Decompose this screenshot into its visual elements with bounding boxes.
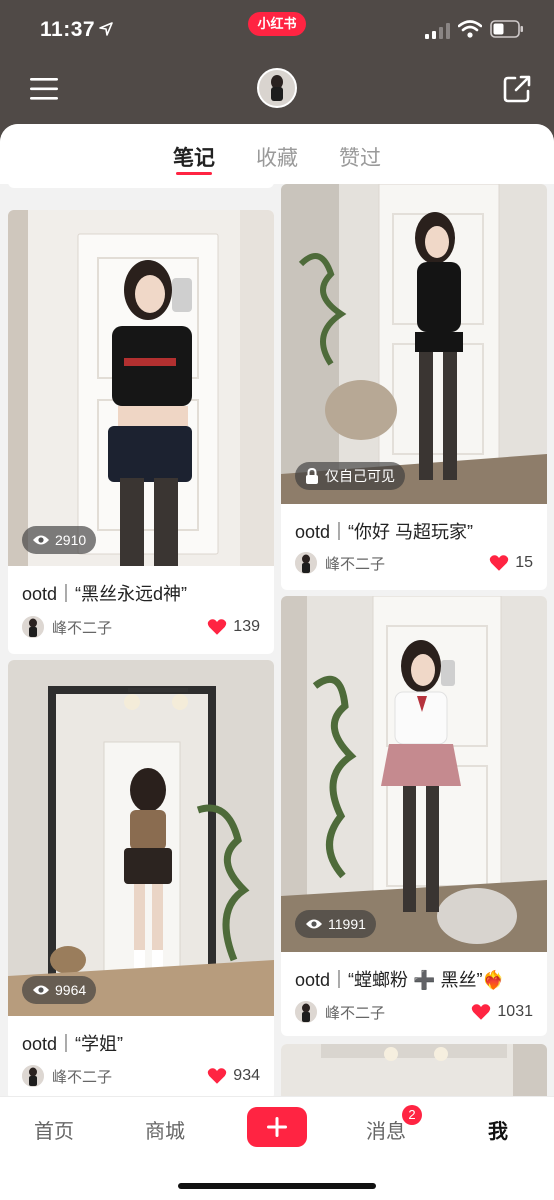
heart-icon: [489, 555, 509, 571]
active-tab-indicator: [176, 172, 212, 175]
like-count[interactable]: 934: [207, 1064, 260, 1088]
note-author[interactable]: 峰不二子: [295, 551, 385, 575]
location-arrow-icon: [99, 22, 113, 36]
eye-icon: [306, 919, 322, 929]
like-count[interactable]: 15: [489, 551, 533, 575]
profile-nav: [0, 62, 554, 122]
note-card[interactable]: 仅自己可见 ootd｜“你好 马超玩家” 峰不二子 15: [281, 184, 547, 590]
status-bar: 11:37 小红书: [0, 0, 554, 60]
note-card[interactable]: 9964 ootd｜“学姐” 峰不二子 934: [8, 660, 274, 1100]
note-photo: [8, 660, 274, 1016]
publish-button[interactable]: [247, 1107, 307, 1147]
nav-me[interactable]: 我: [488, 1115, 508, 1144]
note-card[interactable]: [281, 1044, 547, 1100]
eye-icon: [33, 985, 49, 995]
heart-icon: [208, 1068, 227, 1084]
author-avatar: [22, 1065, 44, 1087]
note-title: ootd｜“学姐”: [22, 1034, 124, 1054]
note-title: ootd｜“你好 马超玩家”: [295, 522, 474, 542]
home-indicator: [178, 1183, 376, 1189]
profile-tabs: 笔记 收藏 赞过: [0, 124, 554, 184]
author-avatar: [22, 616, 44, 638]
lock-icon: [306, 468, 318, 484]
tab-favorites[interactable]: 收藏: [256, 142, 298, 172]
like-count[interactable]: 139: [207, 615, 260, 639]
messages-badge: 2: [402, 1105, 422, 1125]
note-author[interactable]: 峰不二子: [22, 615, 112, 639]
signal-icon: [425, 23, 450, 39]
view-count-badge: 9964: [22, 976, 97, 1004]
author-avatar: [295, 552, 317, 574]
notes-feed: 436: [0, 184, 554, 1100]
author-avatar: [295, 1001, 317, 1023]
note-title: ootd｜“螳螂粉 ➕ 黑丝”❤️‍🔥: [295, 970, 505, 990]
note-author[interactable]: 峰不二子: [295, 1000, 385, 1024]
note-card[interactable]: 11991 ootd｜“螳螂粉 ➕ 黑丝”❤️‍🔥 峰不二子 1031: [281, 596, 547, 1036]
profile-avatar[interactable]: [257, 68, 297, 108]
bottom-nav: 首页 商城 消息 2 我: [0, 1096, 554, 1200]
menu-icon[interactable]: [30, 76, 60, 102]
view-count-badge: 11991: [295, 910, 376, 938]
heart-icon: [208, 619, 227, 635]
wifi-icon: [458, 20, 482, 38]
plus-icon: [267, 1117, 287, 1137]
eye-icon: [33, 535, 49, 545]
nav-home[interactable]: 首页: [34, 1115, 74, 1144]
nav-mall[interactable]: 商城: [145, 1115, 185, 1144]
note-photo: [281, 184, 547, 504]
note-card[interactable]: 2910 ootd｜“黑丝永远d神” 峰不二子 139: [8, 210, 274, 654]
share-icon[interactable]: [502, 74, 532, 104]
note-card-partial[interactable]: 436: [8, 184, 274, 188]
note-photo: [8, 210, 274, 566]
heart-icon: [472, 1004, 491, 1020]
status-time: 11:37: [40, 18, 96, 41]
note-title: ootd｜“黑丝永远d神”: [22, 584, 188, 604]
app-pill: 小红书: [248, 12, 306, 36]
battery-icon: [490, 20, 523, 38]
tab-liked[interactable]: 赞过: [339, 142, 381, 172]
view-count-badge: 2910: [22, 526, 97, 554]
content-panel: 笔记 收藏 赞过 436: [0, 124, 554, 1100]
like-count[interactable]: 1031: [471, 1000, 533, 1024]
nav-messages[interactable]: 消息: [366, 1115, 406, 1144]
note-photo: [281, 596, 547, 952]
note-photo: [281, 1044, 547, 1100]
note-author[interactable]: 峰不二子: [22, 1064, 112, 1088]
private-tag: 仅自己可见: [295, 462, 405, 490]
tab-notes[interactable]: 笔记: [173, 142, 215, 172]
